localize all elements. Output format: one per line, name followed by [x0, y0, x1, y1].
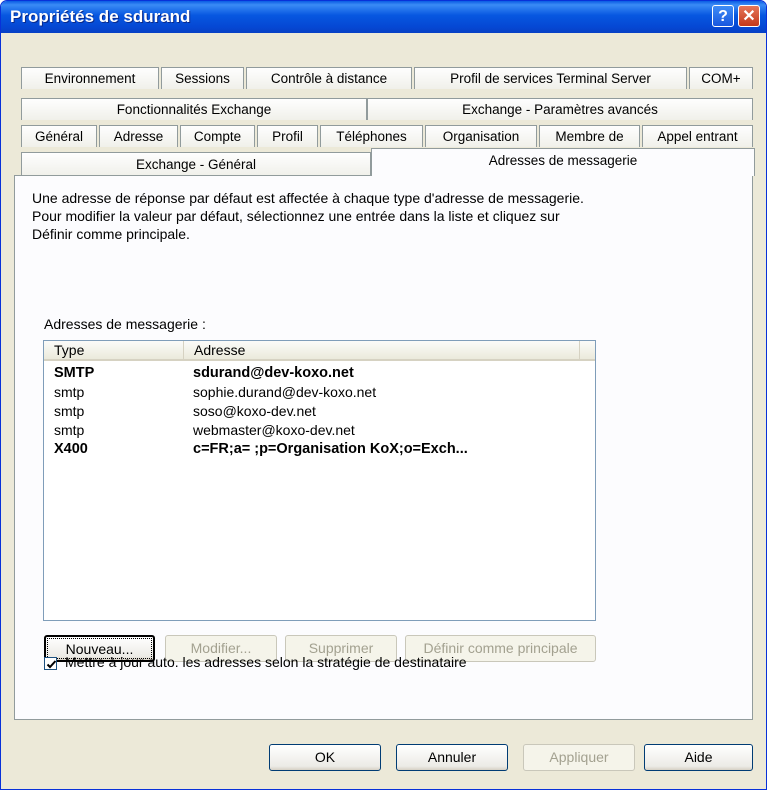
- tab-general[interactable]: Général: [21, 125, 97, 147]
- close-icon[interactable]: ✕: [738, 5, 760, 27]
- apply-button[interactable]: Appliquer: [523, 744, 635, 771]
- list-item[interactable]: X400 c=FR;a= ;p=Organisation KoX;o=Exch.…: [44, 440, 584, 458]
- tab-address[interactable]: Adresse: [99, 125, 178, 147]
- tab-phones[interactable]: Téléphones: [320, 125, 423, 147]
- description-text: Une adresse de réponse par défaut est af…: [32, 190, 584, 242]
- list-item-type: X400: [54, 441, 88, 457]
- list-item-type: smtp: [54, 384, 85, 400]
- list-item-type: smtp: [54, 422, 85, 438]
- tab-exchange-advanced[interactable]: Exchange - Paramètres avancés: [367, 98, 753, 120]
- list-item-address: sdurand@dev-koxo.net: [193, 365, 354, 381]
- list-item[interactable]: smtp webmaster@koxo-dev.net: [44, 421, 584, 439]
- list-item[interactable]: smtp soso@koxo-dev.net: [44, 402, 584, 420]
- tab-sessions[interactable]: Sessions: [161, 67, 244, 89]
- list-item[interactable]: smtp sophie.durand@dev-koxo.net: [44, 383, 584, 401]
- auto-update-checkbox[interactable]: [44, 657, 57, 670]
- properties-dialog: Propriétés de sdurand ? ✕ Environnement …: [0, 0, 767, 790]
- tab-profile[interactable]: Profil: [257, 125, 318, 147]
- tab-environnement[interactable]: Environnement: [21, 67, 159, 89]
- tab-organisation[interactable]: Organisation: [425, 125, 537, 147]
- tab-account[interactable]: Compte: [180, 125, 255, 147]
- list-item-address: soso@koxo-dev.net: [193, 403, 316, 419]
- tab-remote-control[interactable]: Contrôle à distance: [246, 67, 412, 89]
- list-label: Adresses de messagerie :: [44, 316, 206, 332]
- list-item-type: SMTP: [54, 365, 95, 381]
- list-item-address: sophie.durand@dev-koxo.net: [193, 384, 377, 400]
- window-title: Propriétés de sdurand: [10, 7, 191, 26]
- tab-com-plus[interactable]: COM+: [689, 67, 753, 89]
- column-header-type[interactable]: Type: [44, 341, 184, 361]
- help-icon[interactable]: ?: [712, 5, 734, 27]
- ok-button[interactable]: OK: [269, 744, 381, 771]
- list-item-address: webmaster@koxo-dev.net: [193, 422, 355, 438]
- tab-dial-in[interactable]: Appel entrant: [642, 125, 753, 147]
- cancel-button[interactable]: Annuler: [396, 744, 508, 771]
- column-header-address[interactable]: Adresse: [184, 341, 580, 361]
- tab-exchange-general[interactable]: Exchange - Général: [21, 152, 371, 176]
- list-item-type: smtp: [54, 403, 85, 419]
- title-bar[interactable]: Propriétés de sdurand ? ✕: [1, 1, 766, 33]
- auto-update-label[interactable]: Mettre à jour auto. les adresses selon l…: [65, 654, 467, 670]
- tab-member-of[interactable]: Membre de: [539, 125, 640, 147]
- tab-exchange-features[interactable]: Fonctionnalités Exchange: [21, 98, 367, 120]
- address-list[interactable]: Type Adresse SMTP sdurand@dev-koxo.net s…: [43, 340, 596, 621]
- checkmark-icon: [46, 660, 57, 669]
- tab-terminal-server-profile[interactable]: Profil de services Terminal Server: [414, 67, 687, 89]
- help-button[interactable]: Aide: [644, 744, 753, 771]
- list-item[interactable]: SMTP sdurand@dev-koxo.net: [44, 364, 584, 382]
- list-item-address: c=FR;a= ;p=Organisation KoX;o=Exch...: [193, 441, 468, 457]
- tab-email-addresses[interactable]: Adresses de messagerie: [371, 148, 755, 176]
- column-header-filler: [580, 341, 595, 361]
